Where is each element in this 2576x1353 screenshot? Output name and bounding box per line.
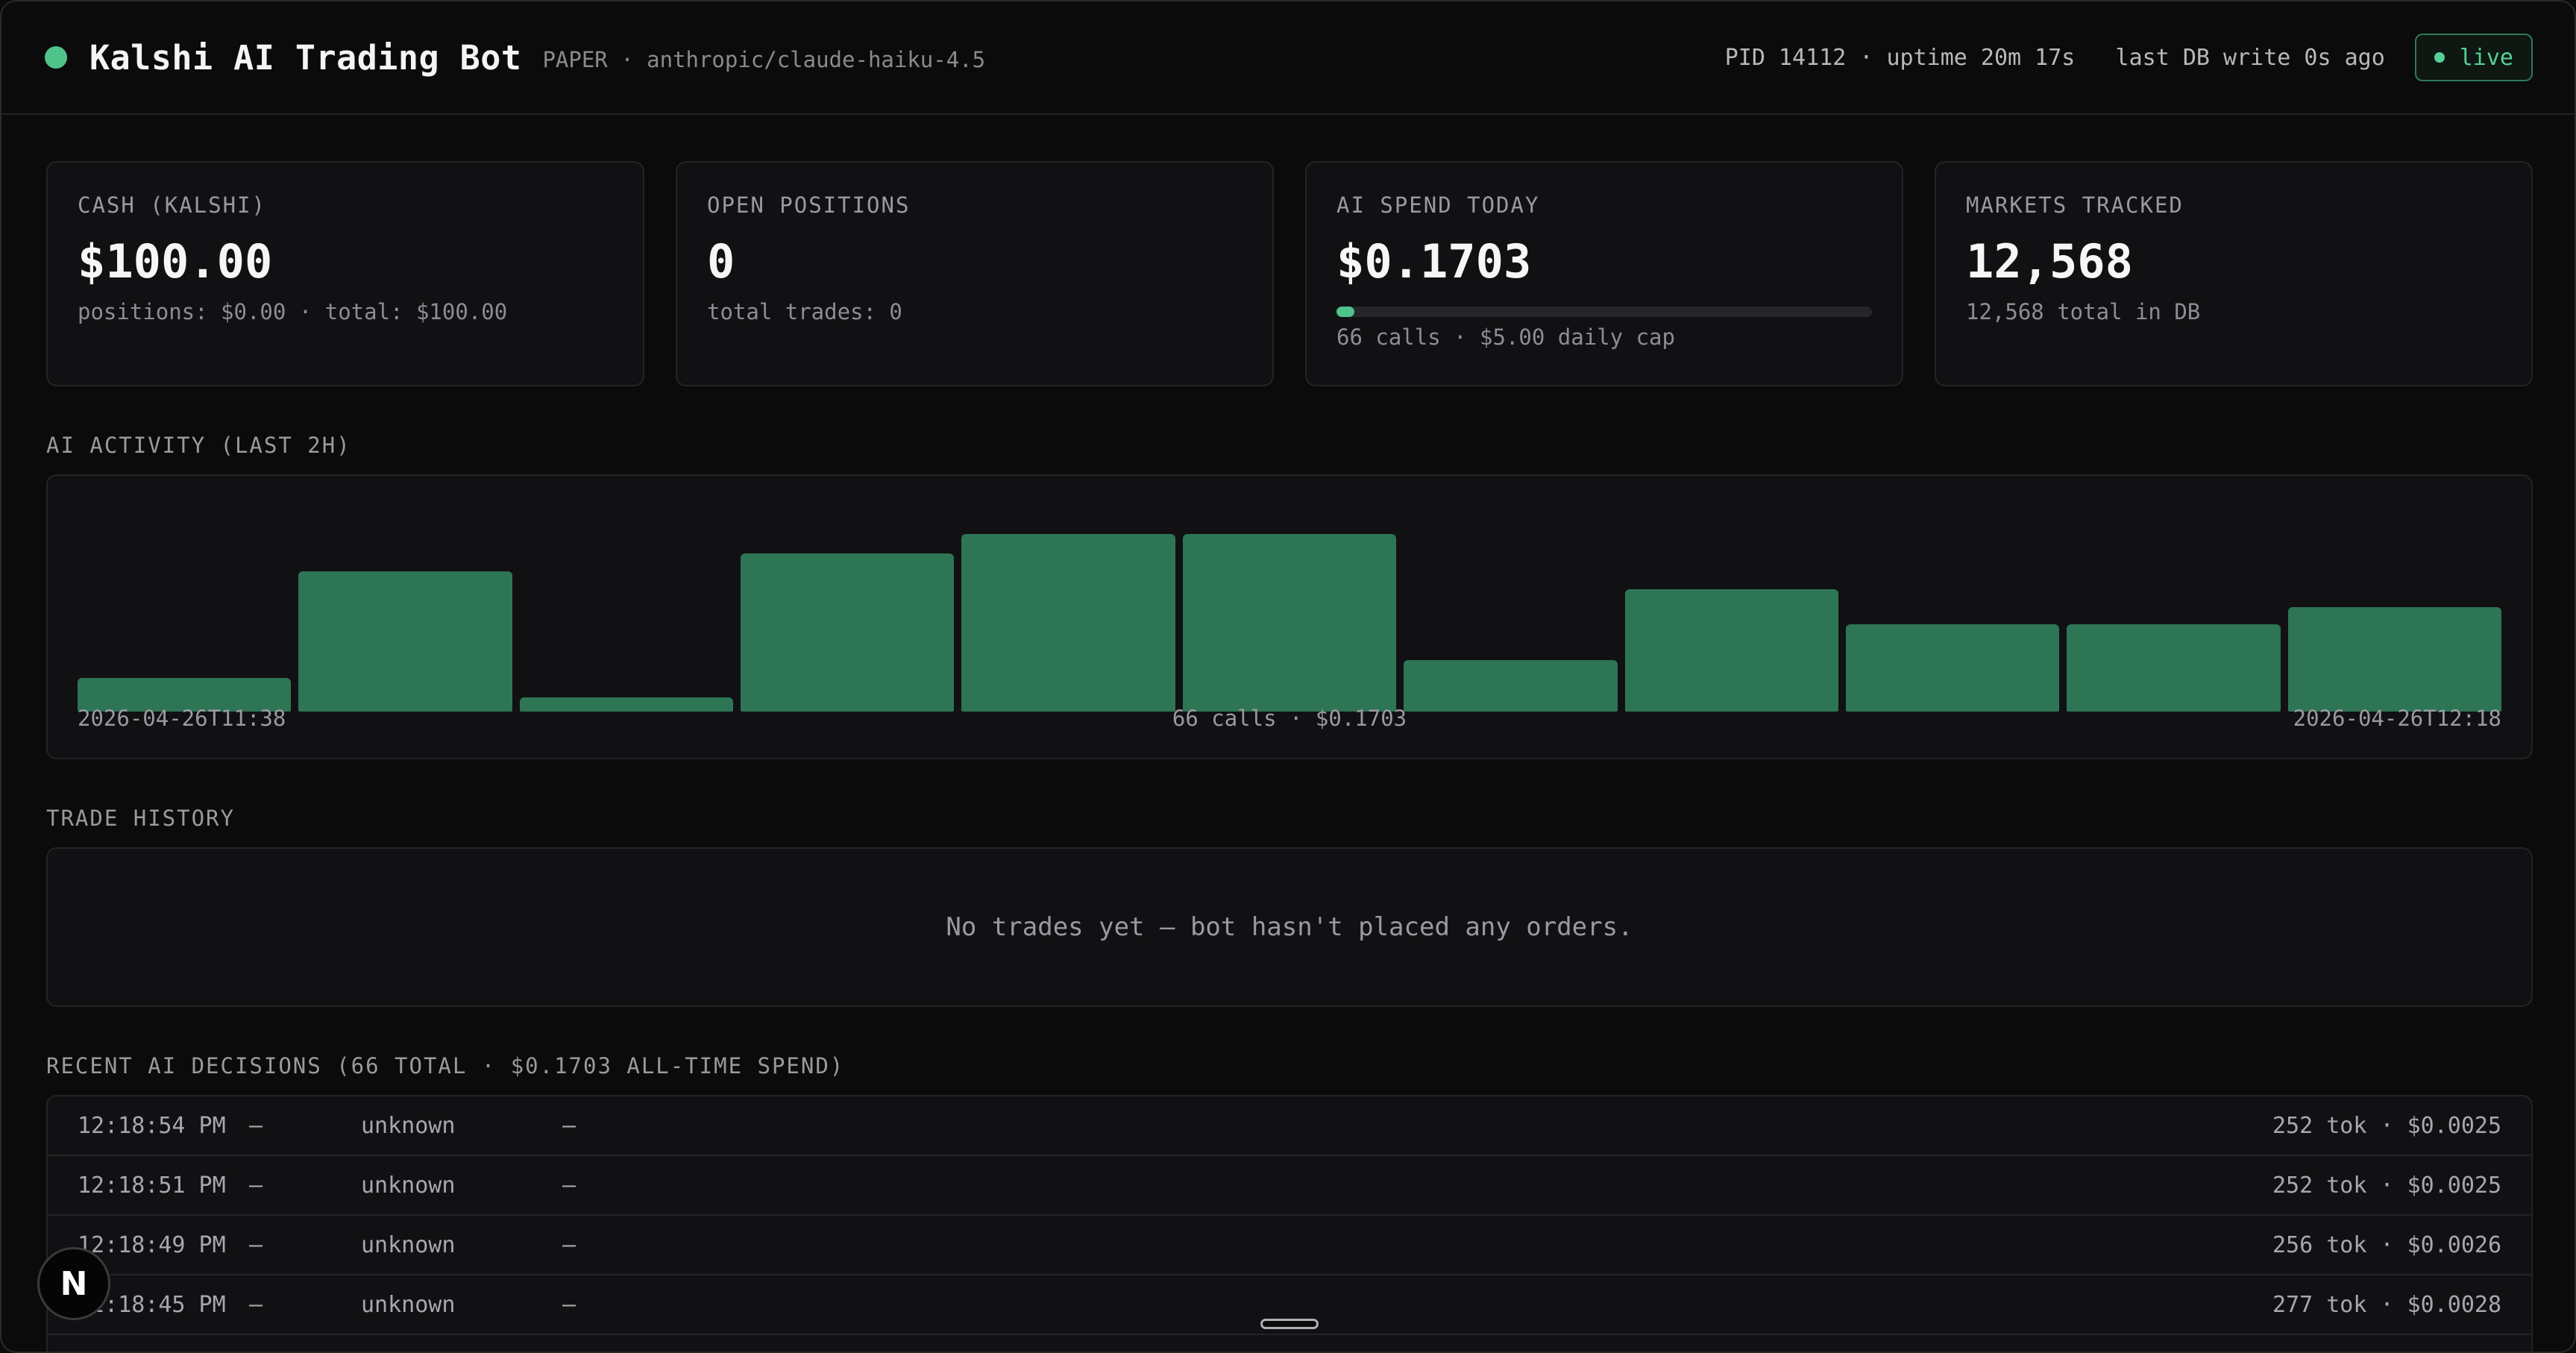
decision-time: 12:18:54 PM bbox=[78, 1112, 226, 1139]
dev-badge-letter: N bbox=[60, 1264, 88, 1303]
activity-bar[interactable] bbox=[1404, 659, 1618, 712]
decision-market: — bbox=[249, 1231, 263, 1258]
decision-cost: 256 tok · $0.0026 bbox=[2272, 1231, 2501, 1258]
decision-market: — bbox=[249, 1112, 263, 1139]
card-label: OPEN POSITIONS bbox=[707, 192, 911, 218]
card-subtext: 12,568 total in DB bbox=[1966, 299, 2201, 324]
trade-history-heading: TRADE HISTORY bbox=[46, 806, 235, 831]
activity-bar[interactable] bbox=[1624, 588, 1838, 712]
scroll-handle[interactable] bbox=[1260, 1319, 1319, 1329]
decision-detail: — bbox=[562, 1291, 577, 1318]
app-title: Kalshi AI Trading Bot bbox=[89, 37, 522, 78]
app-subtitle: PAPER · anthropic/claude-haiku-4.5 bbox=[542, 47, 986, 72]
stat-cards: CASH (KALSHI) $100.00 positions: $0.00 ·… bbox=[46, 161, 2533, 386]
card-value: $0.1703 bbox=[1336, 234, 1532, 289]
decision-detail: — bbox=[562, 1231, 577, 1258]
live-label: live bbox=[2459, 44, 2513, 71]
card-subtext: 66 calls · $5.00 daily cap bbox=[1336, 324, 1675, 350]
activity-bar[interactable] bbox=[1845, 624, 2060, 712]
activity-bar[interactable] bbox=[2287, 606, 2501, 712]
decision-kind: unknown bbox=[361, 1291, 456, 1318]
card-value: 12,568 bbox=[1966, 234, 2133, 289]
app-window: Kalshi AI Trading Bot PAPER · anthropic/… bbox=[0, 0, 2576, 1353]
live-dot-icon bbox=[2434, 52, 2445, 63]
decision-cost: 252 tok · $0.0025 bbox=[2272, 1112, 2501, 1139]
card-label: AI SPEND TODAY bbox=[1336, 192, 1540, 218]
card-value: 0 bbox=[707, 234, 735, 289]
top-bar: Kalshi AI Trading Bot PAPER · anthropic/… bbox=[1, 1, 2575, 115]
trade-history-panel: No trades yet — bot hasn't placed any or… bbox=[46, 847, 2533, 1007]
recent-decisions-heading: RECENT AI DECISIONS (66 TOTAL · $0.1703 … bbox=[46, 1053, 845, 1079]
activity-end-label: 2026-04-26T12:18 bbox=[2293, 706, 2501, 731]
activity-start-label: 2026-04-26T11:38 bbox=[78, 706, 286, 731]
activity-bar[interactable] bbox=[298, 571, 512, 712]
ai-spend-card: AI SPEND TODAY $0.1703 66 calls · $5.00 … bbox=[1305, 161, 1903, 386]
card-subtext: positions: $0.00 · total: $100.00 bbox=[78, 299, 508, 324]
decision-market: — bbox=[249, 1291, 263, 1318]
status-dot-icon bbox=[45, 46, 67, 69]
card-value: $100.00 bbox=[78, 234, 273, 289]
activity-footer: 2026-04-26T11:38 66 calls · $0.1703 2026… bbox=[78, 706, 2501, 731]
activity-bar[interactable] bbox=[1182, 534, 1397, 712]
decision-detail: — bbox=[562, 1172, 577, 1199]
decision-kind: unknown bbox=[361, 1112, 456, 1139]
process-meta: PID 14112 · uptime 20m 17s last DB write… bbox=[1724, 44, 2385, 71]
decision-time: 12:18:49 PM bbox=[78, 1231, 226, 1258]
spend-progress-bar bbox=[1336, 307, 1872, 317]
open-positions-card: OPEN POSITIONS 0 total trades: 0 bbox=[676, 161, 1274, 386]
dev-tools-badge-button[interactable]: N bbox=[37, 1247, 110, 1320]
decision-cost: 252 tok · $0.0025 bbox=[2272, 1172, 2501, 1199]
spend-progress-fill bbox=[1336, 307, 1355, 317]
live-status-badge[interactable]: live bbox=[2414, 34, 2533, 81]
decision-cost: 277 tok · $0.0028 bbox=[2272, 1291, 2501, 1318]
activity-bar-chart bbox=[78, 506, 2501, 712]
card-subtext: total trades: 0 bbox=[707, 299, 902, 324]
trade-history-empty-message: No trades yet — bot hasn't placed any or… bbox=[946, 912, 1633, 942]
activity-bar[interactable] bbox=[961, 534, 1175, 712]
card-label: MARKETS TRACKED bbox=[1966, 192, 2184, 218]
markets-tracked-card: MARKETS TRACKED 12,568 12,568 total in D… bbox=[1935, 161, 2533, 386]
decision-market: — bbox=[249, 1172, 263, 1199]
recent-decisions-list[interactable]: 12:18:54 PM — unknown — 252 tok · $0.002… bbox=[46, 1095, 2533, 1352]
card-label: CASH (KALSHI) bbox=[78, 192, 266, 218]
decision-detail: — bbox=[562, 1112, 577, 1139]
decision-row[interactable]: 12:18:49 PM — unknown — 256 tok · $0.002… bbox=[48, 1216, 2531, 1275]
decision-kind: unknown bbox=[361, 1172, 456, 1199]
activity-summary: 66 calls · $0.1703 bbox=[1172, 706, 1407, 731]
decision-time: 12:18:51 PM bbox=[78, 1172, 226, 1199]
activity-bar[interactable] bbox=[2067, 624, 2281, 712]
activity-bar[interactable] bbox=[741, 553, 955, 712]
decision-kind: unknown bbox=[361, 1231, 456, 1258]
decision-row[interactable]: 12:18:51 PM — unknown — 252 tok · $0.002… bbox=[48, 1156, 2531, 1216]
ai-activity-panel: 2026-04-26T11:38 66 calls · $0.1703 2026… bbox=[46, 474, 2533, 759]
cash-card: CASH (KALSHI) $100.00 positions: $0.00 ·… bbox=[46, 161, 644, 386]
decision-row[interactable]: 12:18:54 PM — unknown — 252 tok · $0.002… bbox=[48, 1096, 2531, 1156]
ai-activity-heading: AI ACTIVITY (LAST 2H) bbox=[46, 433, 351, 458]
